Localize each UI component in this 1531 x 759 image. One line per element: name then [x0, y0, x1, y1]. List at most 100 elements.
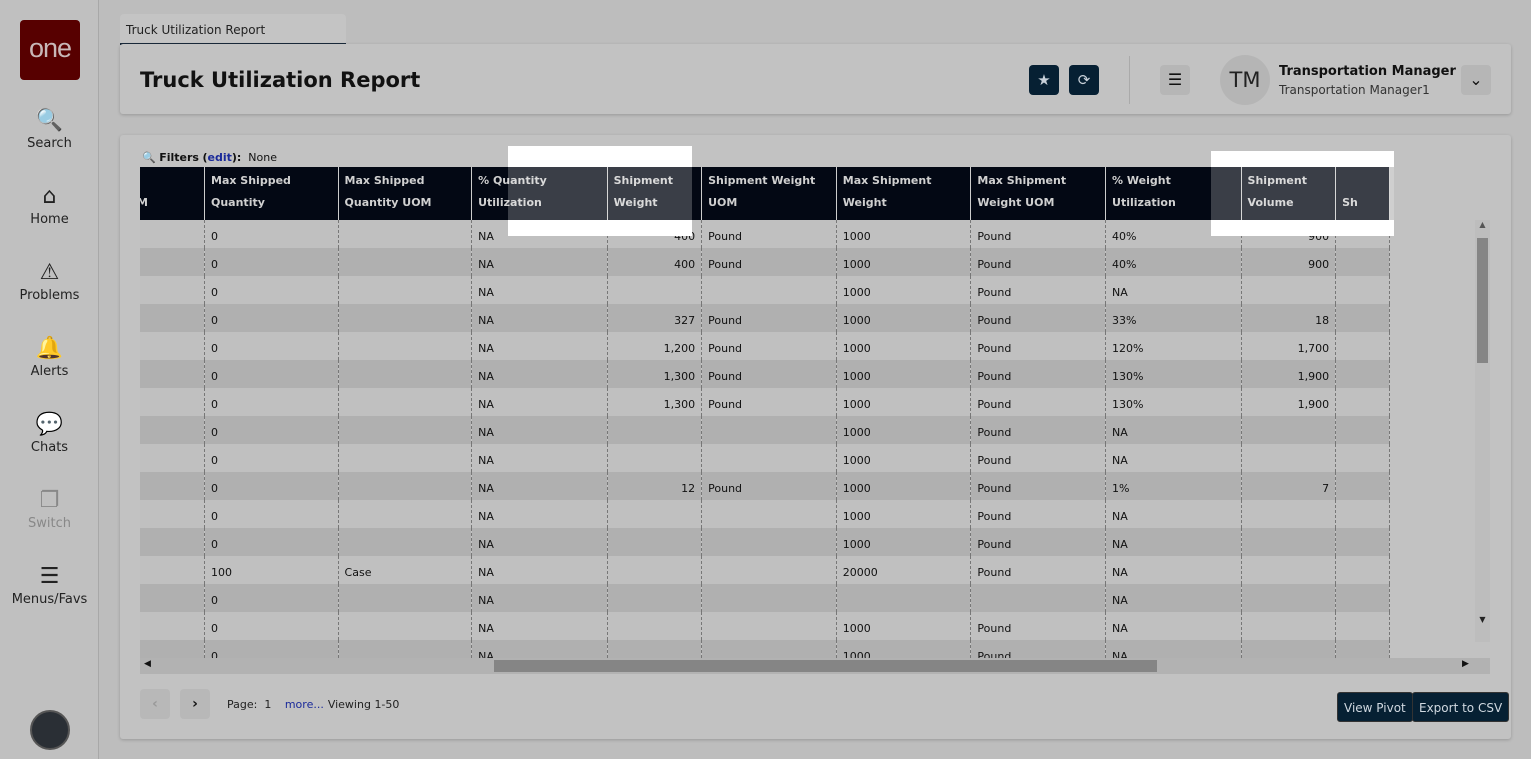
table-cell: [140, 304, 205, 332]
table-cell: 1,200: [607, 332, 703, 360]
column-header[interactable]: Max Shipment Weight UOM: [970, 167, 1107, 220]
table-row[interactable]: 0 NA 1,200 Pound 1000 Pound 120% 1,700: [140, 332, 1390, 360]
table-cell: 0: [204, 416, 339, 444]
assistant-avatar[interactable]: [30, 710, 70, 750]
sidebar: one 🔍 Search ⌂ Home ⚠ Problems 🔔 Alerts 💬 Cha…: [0, 0, 99, 759]
page-header: Truck Utilization Report ★ ⟳ ☰ TM Transp…: [120, 44, 1511, 114]
table-row[interactable]: 0 NA 327 Pound 1000 Pound 33% 18: [140, 304, 1390, 332]
table-cell: [338, 612, 473, 640]
table-cell: [140, 444, 205, 472]
column-header[interactable]: % Quantity Utilization: [471, 167, 608, 220]
column-header[interactable]: % Weight Utilization: [1105, 167, 1242, 220]
menu-button[interactable]: ☰: [1160, 65, 1190, 95]
sidebar-item-home[interactable]: ⌂ Home: [0, 184, 99, 227]
sidebar-item-label: Problems: [19, 288, 80, 303]
table-row[interactable]: 0 NA 1,300 Pound 1000 Pound 130% 1,900: [140, 360, 1390, 388]
sidebar-item-menus-favs[interactable]: ☰ Menus/Favs: [0, 564, 99, 607]
column-header[interactable]: Max Shipped Quantity UOM: [338, 167, 473, 220]
table-cell: [1241, 500, 1337, 528]
column-header[interactable]: Shipment Volume: [1241, 167, 1337, 220]
sidebar-item-chats[interactable]: 💬 Chats: [0, 412, 99, 455]
table-cell: 1000: [836, 304, 972, 332]
table-cell: [338, 472, 473, 500]
view-pivot-button[interactable]: View Pivot: [1337, 692, 1413, 722]
table-cell: [140, 612, 205, 640]
user-avatar[interactable]: TM: [1220, 55, 1270, 105]
table-cell: 130%: [1105, 388, 1242, 416]
table-row[interactable]: 0 NA 1000 Pound NA: [140, 500, 1390, 528]
sidebar-item-alerts[interactable]: 🔔 Alerts: [0, 336, 99, 379]
search-icon: 🔍: [35, 108, 64, 133]
report-table: Quantity UOMMax Shipped QuantityMax Ship…: [140, 167, 1390, 668]
table-cell: [140, 556, 205, 584]
column-header[interactable]: Sh: [1335, 167, 1390, 220]
table-cell: 1,300: [607, 360, 703, 388]
viewing-range: Viewing 1-50: [327, 698, 400, 711]
table-row[interactable]: 0 NA 12 Pound 1000 Pound 1% 7: [140, 472, 1390, 500]
table-cell: Pound: [970, 248, 1107, 276]
horizontal-scrollbar[interactable]: ◀ ▶: [140, 658, 1490, 674]
table-cell: [1241, 416, 1337, 444]
table-cell: [701, 276, 837, 304]
vertical-scroll-thumb[interactable]: [1477, 238, 1488, 363]
table-cell: 130%: [1105, 360, 1242, 388]
next-page-button[interactable]: ›: [180, 689, 210, 719]
column-header[interactable]: Max Shipment Weight: [836, 167, 972, 220]
user-menu-dropdown[interactable]: ⌄: [1461, 65, 1491, 95]
column-header[interactable]: Quantity UOM: [140, 167, 205, 220]
export-csv-button[interactable]: Export to CSV: [1412, 692, 1510, 722]
table-cell: Pound: [970, 360, 1107, 388]
table-row[interactable]: 0 NA 1000 Pound NA: [140, 528, 1390, 556]
table-cell: Pound: [970, 416, 1107, 444]
table-cell: [140, 416, 205, 444]
table-cell: Pound: [701, 248, 837, 276]
column-header[interactable]: Shipment Weight UOM: [701, 167, 837, 220]
table-cell: [338, 584, 473, 612]
table-cell: Pound: [970, 304, 1107, 332]
refresh-button[interactable]: ⟳: [1069, 65, 1099, 95]
warning-icon: ⚠: [39, 260, 60, 285]
vertical-scrollbar[interactable]: ▲ ▼: [1475, 220, 1490, 642]
column-header[interactable]: Max Shipped Quantity: [204, 167, 339, 220]
page-number: 1: [264, 698, 272, 711]
table-row[interactable]: 100 Case NA 20000 Pound NA: [140, 556, 1390, 584]
divider: [1129, 56, 1130, 104]
table-cell: NA: [471, 584, 608, 612]
table-row[interactable]: 0 NA 400 Pound 1000 Pound 40% 900: [140, 220, 1390, 248]
chevron-down-icon: ⌄: [1469, 70, 1483, 89]
table-cell: NA: [1105, 612, 1242, 640]
table-row[interactable]: 0 NA NA: [140, 584, 1390, 612]
sidebar-item-search[interactable]: 🔍 Search: [0, 108, 99, 151]
table-cell: [140, 220, 205, 248]
more-pages-link[interactable]: more...: [285, 698, 324, 711]
table-row[interactable]: 0 NA 1,300 Pound 1000 Pound 130% 1,900: [140, 388, 1390, 416]
table-cell: [701, 500, 837, 528]
column-header[interactable]: Shipment Weight: [607, 167, 703, 220]
filters-edit-link[interactable]: edit: [207, 151, 231, 164]
tab-truck-utilization-report[interactable]: Truck Utilization Report: [120, 14, 346, 45]
table-cell: [140, 248, 205, 276]
table-cell: [338, 360, 473, 388]
table-cell: Pound: [970, 472, 1107, 500]
table-row[interactable]: 0 NA 1000 Pound NA: [140, 276, 1390, 304]
sidebar-item-label: Menus/Favs: [11, 592, 88, 607]
table-cell: 327: [607, 304, 703, 332]
table-cell: 0: [204, 332, 339, 360]
table-cell: 120%: [1105, 332, 1242, 360]
table-row[interactable]: 0 NA 1000 Pound NA: [140, 444, 1390, 472]
table-row[interactable]: 0 NA 1000 Pound NA: [140, 612, 1390, 640]
horizontal-scroll-thumb[interactable]: [494, 660, 1157, 672]
app-logo[interactable]: one: [20, 20, 80, 80]
filters-value: None: [248, 151, 277, 164]
prev-page-button[interactable]: ‹: [140, 689, 170, 719]
table-cell: 1,900: [1241, 360, 1337, 388]
table-row[interactable]: 0 NA 1000 Pound NA: [140, 416, 1390, 444]
table-row[interactable]: 0 NA 400 Pound 1000 Pound 40% 900: [140, 248, 1390, 276]
search-icon: 🔍: [142, 151, 156, 164]
table-cell: 33%: [1105, 304, 1242, 332]
sidebar-item-label: Switch: [28, 516, 71, 531]
sidebar-item-problems[interactable]: ⚠ Problems: [0, 260, 99, 303]
switch-icon: ❐: [39, 488, 60, 513]
table-cell: [1335, 304, 1390, 332]
favorite-button[interactable]: ★: [1029, 65, 1059, 95]
